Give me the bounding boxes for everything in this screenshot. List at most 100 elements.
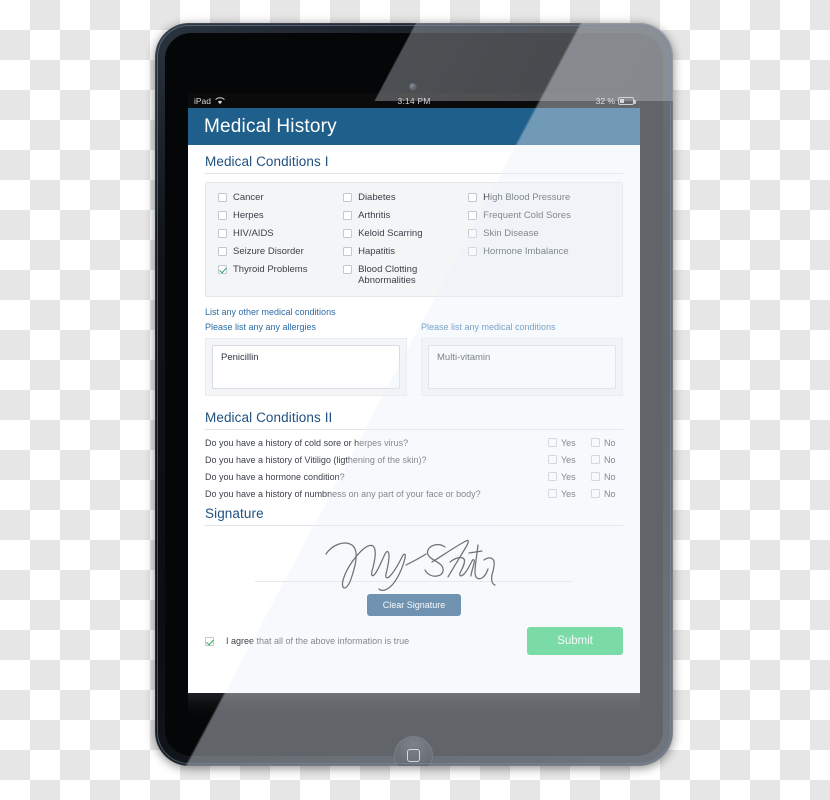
signature-pad[interactable] — [205, 534, 623, 592]
other-conditions-link[interactable]: List any other medical conditions — [205, 307, 623, 319]
allergies-input[interactable]: Penicillin — [212, 344, 400, 389]
checkbox-seizure-disorder[interactable] — [218, 246, 227, 256]
checkbox-row[interactable]: Herpes — [218, 210, 343, 222]
question-4-yes[interactable]: Yes — [548, 489, 580, 499]
checkbox-label: Keloid Scarring — [358, 227, 423, 239]
status-bar-time: 3:14 PM — [397, 95, 431, 106]
clear-signature-button[interactable]: Clear Signature — [366, 593, 462, 616]
checkbox-diabetes[interactable] — [343, 193, 353, 202]
question-text: Do you have a history of numbness on any… — [205, 488, 481, 499]
question-options: Yes No — [548, 489, 623, 499]
checkbox-row[interactable]: Blood Clotting Abnormalities — [343, 264, 468, 288]
signature-title: Signature — [205, 505, 264, 521]
checkbox-row[interactable]: Skin Disease — [468, 228, 612, 240]
section-one-title: Medical Conditions I — [205, 154, 329, 169]
question-1-yes[interactable]: Yes — [548, 438, 580, 448]
checkbox-row[interactable]: Keloid Scarring — [343, 228, 468, 240]
question-2-no[interactable]: No — [591, 455, 623, 465]
checkbox-label: Herpes — [233, 209, 264, 221]
checkbox-label: Arthritis — [358, 209, 391, 221]
checkbox-blood-clotting-abnormalities[interactable] — [343, 264, 353, 274]
no-label: No — [604, 437, 616, 448]
checkbox-no[interactable] — [591, 455, 600, 465]
yes-label: Yes — [561, 488, 576, 499]
status-bar-right: 32 % — [595, 95, 636, 106]
checkbox-row[interactable]: Hormone Imbalance — [468, 246, 612, 258]
checkbox-yes[interactable] — [548, 455, 557, 465]
page-title: Medical History — [204, 115, 337, 137]
checkbox-agree[interactable] — [205, 636, 214, 646]
question-2-yes[interactable]: Yes — [548, 455, 580, 465]
battery-percent-label: 32 % — [595, 95, 615, 106]
question-1-no[interactable]: No — [591, 438, 623, 448]
device-screen: iPad 3:14 PM 32 % Medical History Medica… — [188, 93, 640, 693]
checkbox-hiv-aids[interactable] — [218, 228, 227, 238]
checkbox-high-blood-pressure[interactable] — [468, 193, 478, 202]
medical-conditions-checkbox-grid: Cancer Herpes HIV/AIDS Seizure Disorder … — [205, 182, 623, 298]
agreement-checkbox-row[interactable]: I agree that all of the above informatio… — [205, 636, 409, 646]
checkbox-row[interactable]: HIV/AIDS — [218, 228, 343, 240]
conditions-column-1: Cancer Herpes HIV/AIDS Seizure Disorder … — [218, 192, 343, 287]
checkbox-label: Hapatitis — [358, 245, 396, 257]
checkbox-yes[interactable] — [548, 472, 557, 482]
checkbox-label: Thyroid Problems — [233, 263, 308, 275]
yes-label: Yes — [561, 471, 576, 482]
other-conditions-section: List any other medical conditions Please… — [205, 307, 623, 396]
checkbox-label: Skin Disease — [483, 227, 539, 239]
yes-label: Yes — [561, 437, 576, 448]
app-header: Medical History — [188, 108, 640, 145]
checkbox-row[interactable]: Cancer — [218, 192, 343, 204]
section-two-divider — [205, 428, 623, 430]
question-4-no[interactable]: No — [591, 489, 623, 499]
conditions-column-3: High Blood Pressure Frequent Cold Sores … — [468, 192, 612, 287]
conditions-input[interactable]: Multi-vitamin — [428, 344, 616, 389]
checkbox-cancer[interactable] — [218, 193, 227, 202]
checkbox-row[interactable]: High Blood Pressure — [468, 192, 612, 204]
checkbox-row[interactable]: Seizure Disorder — [218, 246, 343, 258]
checkbox-no[interactable] — [591, 438, 600, 448]
section-two-title: Medical Conditions II — [205, 409, 333, 425]
question-text: Do you have a history of Vitiligo (ligth… — [205, 454, 427, 465]
status-bar: iPad 3:14 PM 32 % — [188, 93, 640, 108]
checkbox-yes[interactable] — [548, 438, 557, 448]
checkbox-row[interactable]: Frequent Cold Sores — [468, 210, 612, 222]
question-row: Do you have a history of cold sore or he… — [205, 438, 623, 448]
front-camera-icon — [409, 83, 417, 91]
checkbox-arthritis[interactable] — [343, 210, 353, 220]
question-options: Yes No — [548, 438, 623, 448]
question-3-no[interactable]: No — [591, 472, 623, 482]
checkbox-label: Seizure Disorder — [233, 245, 304, 257]
submit-button[interactable]: Submit — [527, 626, 623, 655]
checkbox-keloid-scarring[interactable] — [343, 228, 353, 238]
question-3-yes[interactable]: Yes — [548, 472, 580, 482]
checkbox-hormone-imbalance[interactable] — [468, 246, 478, 256]
question-row: Do you have a hormone condition? Yes No — [205, 472, 623, 482]
allergies-field-group: Please list any any allergies Penicillin — [205, 322, 407, 396]
checkbox-yes[interactable] — [548, 489, 557, 499]
no-label: No — [604, 488, 616, 499]
question-options: Yes No — [548, 472, 623, 482]
checkbox-no[interactable] — [591, 472, 600, 482]
form-footer: I agree that all of the above informatio… — [205, 626, 623, 655]
checkbox-row[interactable]: Diabetes — [343, 192, 468, 204]
section-two: Medical Conditions II Do you have a hist… — [205, 410, 623, 499]
checkbox-skin-disease[interactable] — [468, 228, 478, 238]
checkbox-frequent-cold-sores[interactable] — [468, 210, 478, 220]
checkbox-herpes[interactable] — [218, 210, 227, 220]
checkbox-hapatitis[interactable] — [343, 246, 353, 256]
checkbox-thyroid-problems[interactable] — [218, 264, 227, 274]
conditions-column-2: Diabetes Arthritis Keloid Scarring Hapat… — [343, 192, 468, 287]
checkbox-row[interactable]: Arthritis — [343, 210, 468, 222]
section-one-divider — [205, 173, 623, 174]
checkbox-row[interactable]: Hapatitis — [343, 246, 468, 258]
signature-section: Signature Clear Signature I agree that a… — [205, 506, 623, 655]
checkbox-row[interactable]: Thyroid Problems — [218, 264, 343, 276]
conditions-field-group: Please list any medical conditions Multi… — [421, 322, 623, 396]
checkbox-label: Hormone Imbalance — [483, 245, 569, 257]
question-row: Do you have a history of Vitiligo (ligth… — [205, 455, 623, 465]
checkbox-label: HIV/AIDS — [233, 227, 274, 239]
tablet-device: iPad 3:14 PM 32 % Medical History Medica… — [155, 23, 673, 766]
clear-signature-wrapper: Clear Signature — [205, 593, 623, 616]
checkbox-no[interactable] — [591, 489, 600, 499]
checkbox-label: Diabetes — [358, 192, 396, 203]
